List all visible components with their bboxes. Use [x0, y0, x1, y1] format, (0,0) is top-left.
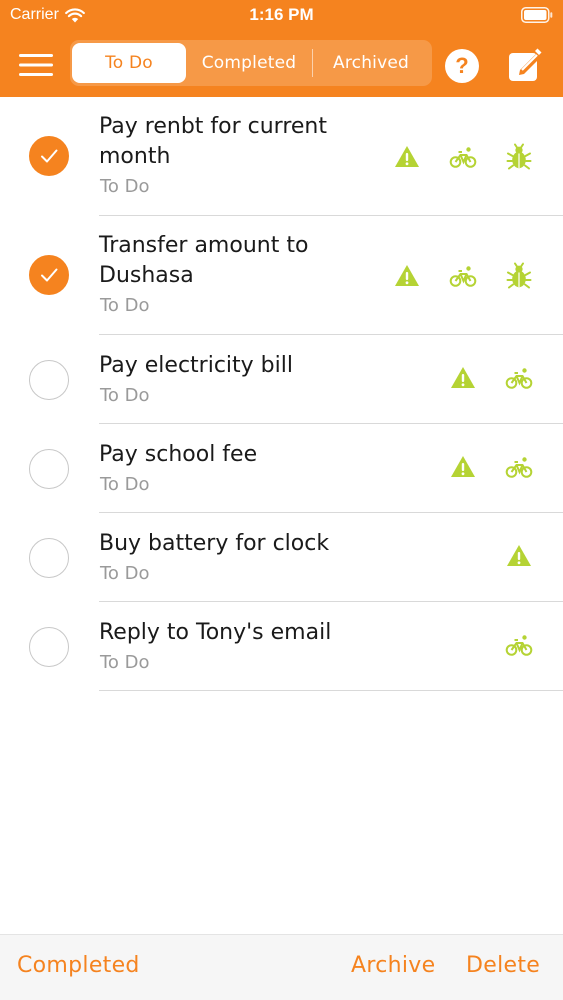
- task-status: To Do: [100, 176, 150, 197]
- bicycle-icon: [505, 631, 533, 659]
- nav-bar: To Do Completed Archived ?: [0, 32, 563, 97]
- task-status: To Do: [100, 652, 150, 673]
- header-bar: Carrier 1:16 PM To Do Completed Archived…: [0, 0, 563, 97]
- task-title: Transfer amount to Dushasa: [99, 233, 309, 288]
- task-tags: [393, 261, 533, 291]
- bicycle-icon: [505, 364, 533, 392]
- warning-icon: [449, 453, 477, 481]
- warning-icon: [449, 364, 477, 392]
- checkmark-icon: [41, 268, 58, 282]
- tab-archived[interactable]: Archived: [313, 43, 429, 83]
- task-row[interactable]: Pay electricity bill To Do: [0, 335, 563, 424]
- tab-todo[interactable]: To Do: [72, 43, 186, 83]
- task-title: Reply to Tony's email: [99, 620, 332, 645]
- task-row[interactable]: Pay school fee To Do: [0, 424, 563, 513]
- app-screen: Carrier 1:16 PM To Do Completed Archived…: [0, 0, 563, 1000]
- status-time: 1:16 PM: [249, 5, 314, 24]
- task-row[interactable]: Reply to Tony's email To Do: [0, 602, 563, 691]
- task-tags: [393, 142, 533, 172]
- task-row[interactable]: Pay renbt for current month To Do: [0, 97, 563, 216]
- row-divider: [99, 690, 563, 691]
- task-title: Pay school fee: [99, 442, 258, 467]
- archive-button[interactable]: Archive: [351, 953, 435, 978]
- help-button[interactable]: ?: [445, 49, 479, 83]
- checkmark-icon: [41, 149, 58, 163]
- task-status: To Do: [100, 295, 150, 316]
- unchecked-checkbox[interactable]: [29, 449, 69, 489]
- task-tags: [449, 363, 533, 393]
- menu-button[interactable]: [18, 50, 56, 80]
- task-status: To Do: [100, 563, 150, 584]
- bug-icon: [505, 143, 533, 171]
- unchecked-checkbox[interactable]: [29, 627, 69, 667]
- bug-icon: [505, 262, 533, 290]
- bicycle-icon: [449, 262, 477, 290]
- bicycle-icon: [505, 453, 533, 481]
- warning-icon: [505, 542, 533, 570]
- task-status: To Do: [100, 474, 150, 495]
- checked-checkbox[interactable]: [29, 255, 69, 295]
- task-row[interactable]: Transfer amount to Dushasa To Do: [0, 216, 563, 335]
- unchecked-checkbox[interactable]: [29, 538, 69, 578]
- completed-button[interactable]: Completed: [17, 953, 140, 978]
- task-title: Pay electricity bill: [99, 353, 293, 378]
- checked-checkbox[interactable]: [29, 136, 69, 176]
- task-tags: [505, 541, 533, 571]
- task-list: Pay renbt for current month To Do Transf…: [0, 97, 563, 691]
- battery-icon: [521, 7, 553, 23]
- task-tags: [449, 452, 533, 482]
- task-tags: [505, 630, 533, 660]
- tab-completed[interactable]: Completed: [186, 43, 312, 83]
- hamburger-icon: [19, 54, 53, 76]
- task-row[interactable]: Buy battery for clock To Do: [0, 513, 563, 602]
- warning-icon: [393, 262, 421, 290]
- warning-icon: [393, 143, 421, 171]
- status-bar: Carrier 1:16 PM: [0, 0, 563, 32]
- task-title: Buy battery for clock: [99, 531, 330, 556]
- task-status: To Do: [100, 385, 150, 406]
- bicycle-icon: [449, 143, 477, 171]
- unchecked-checkbox[interactable]: [29, 360, 69, 400]
- task-title: Pay renbt for current month: [99, 114, 328, 169]
- delete-button[interactable]: Delete: [466, 953, 540, 978]
- bottom-toolbar: Completed Archive Delete: [0, 934, 563, 1000]
- view-segmented-control: To Do Completed Archived: [70, 40, 432, 86]
- compose-icon[interactable]: [506, 46, 544, 84]
